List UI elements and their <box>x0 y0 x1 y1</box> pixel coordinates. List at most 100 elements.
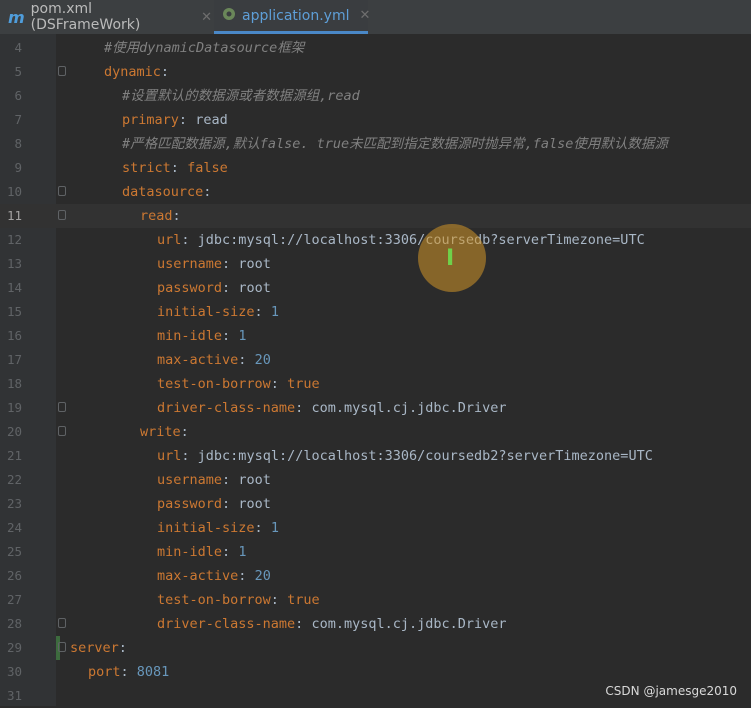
code-line[interactable]: 4 #使用dynamicDatasource框架 <box>0 36 751 60</box>
line-number: 5 <box>14 64 22 79</box>
code-text: initial-size: 1 <box>157 516 279 540</box>
colon: : <box>295 400 304 416</box>
code-line[interactable]: 8 #严格匹配数据源,默认false. true未匹配到指定数据源时抛异常,fal… <box>0 132 751 156</box>
code-line[interactable]: 24 initial-size: 1 <box>0 516 751 540</box>
fold-icon[interactable] <box>58 618 66 628</box>
yaml-key: password <box>157 280 223 296</box>
code-text: username: root <box>157 252 271 276</box>
line-number: 15 <box>6 304 22 319</box>
code-line[interactable]: 28 driver-class-name: com.mysql.cj.jdbc.D… <box>0 612 751 636</box>
line-number: 11 <box>6 208 22 223</box>
code-text: strict: false <box>122 156 228 180</box>
close-icon[interactable]: ✕ <box>201 10 212 25</box>
code-line[interactable]: 22 username: root <box>0 468 751 492</box>
code-text: #严格匹配数据源,默认false. true未匹配到指定数据源时抛异常,fals… <box>122 132 668 156</box>
yaml-key: url <box>157 448 182 464</box>
colon: : <box>118 640 127 656</box>
comment: #使用dynamicDatasource框架 <box>104 40 305 56</box>
fold-icon[interactable] <box>58 186 66 196</box>
code-line[interactable]: 27 test-on-borrow: true <box>0 588 751 612</box>
yaml-key: primary <box>122 112 179 128</box>
close-icon[interactable]: ✕ <box>360 8 371 23</box>
fold-icon[interactable] <box>58 402 66 412</box>
line-number: 14 <box>6 280 22 295</box>
yaml-value: 8081 <box>136 664 170 680</box>
code-line[interactable]: 11 read: <box>0 204 751 228</box>
code-text: password: root <box>157 276 271 300</box>
tab-label: pom.xml (DSFrameWork) <box>30 1 141 33</box>
yaml-value: root <box>238 280 271 296</box>
yaml-key: read <box>140 208 173 224</box>
code-line[interactable]: 26 max-active: 20 <box>0 564 751 588</box>
code-editor[interactable]: 4 #使用dynamicDatasource框架 5 dynamic: 6 #设置默认的数… <box>0 34 751 706</box>
colon: : <box>120 664 129 680</box>
line-number: 19 <box>6 400 22 415</box>
colon: : <box>160 64 170 80</box>
code-line[interactable]: 9 strict: false <box>0 156 751 180</box>
yaml-key: max-active <box>157 352 239 368</box>
colon: : <box>181 232 190 248</box>
code-line[interactable]: 20 write: <box>0 420 751 444</box>
fold-icon[interactable] <box>58 642 66 652</box>
colon: : <box>222 544 231 560</box>
code-line[interactable]: 5 dynamic: <box>0 60 751 84</box>
code-line[interactable]: 13 username: root <box>0 252 751 276</box>
code-text: min-idle: 1 <box>157 540 246 564</box>
colon: : <box>295 616 304 632</box>
code-text: max-active: 20 <box>157 348 271 372</box>
yaml-value: 20 <box>254 568 271 584</box>
line-number: 4 <box>14 40 22 55</box>
code-line[interactable]: 17 max-active: 20 <box>0 348 751 372</box>
line-number: 30 <box>6 664 22 679</box>
code-text: dynamic: <box>104 60 169 84</box>
code-line[interactable]: 7 primary: read <box>0 108 751 132</box>
code-line[interactable]: 21 url: jdbc:mysql://localhost:3306/cours… <box>0 444 751 468</box>
code-line[interactable]: 12 url: jdbc:mysql://localhost:3306/cours… <box>0 228 751 252</box>
fold-icon[interactable] <box>58 426 66 436</box>
yaml-value: true <box>287 592 320 608</box>
code-line[interactable]: 25 min-idle: 1 <box>0 540 751 564</box>
code-line[interactable]: 16 min-idle: 1 <box>0 324 751 348</box>
code-line[interactable]: 30 port: 8081 <box>0 660 751 684</box>
code-line[interactable]: 10 datasource: <box>0 180 751 204</box>
yaml-value: 1 <box>270 304 279 320</box>
code-line[interactable]: 19 driver-class-name: com.mysql.cj.jdbc.D… <box>0 396 751 420</box>
code-text: test-on-borrow: true <box>157 588 320 612</box>
code-line[interactable]: 18 test-on-borrow: true <box>0 372 751 396</box>
colon: : <box>222 496 231 512</box>
line-number: 18 <box>6 376 22 391</box>
yaml-key: write <box>140 424 181 440</box>
code-text: #设置默认的数据源或者数据源组,read <box>122 84 360 108</box>
yaml-key: password <box>157 496 223 512</box>
yaml-value: root <box>238 496 271 512</box>
code-text: #使用dynamicDatasource框架 <box>104 36 304 60</box>
colon: : <box>170 160 179 176</box>
spring-config-icon <box>222 7 236 25</box>
line-number: 10 <box>6 184 22 199</box>
code-line[interactable]: 29 server: <box>0 636 751 660</box>
colon: : <box>254 304 263 320</box>
code-text: driver-class-name: com.mysql.cj.jdbc.Dri… <box>157 612 507 636</box>
yaml-value: 20 <box>254 352 271 368</box>
yaml-value: false <box>187 160 228 176</box>
line-number: 6 <box>14 88 22 103</box>
fold-icon[interactable] <box>58 210 66 220</box>
editor-tab-bar: m pom.xml (DSFrameWork) ✕ application.ym… <box>0 0 751 35</box>
tab-application-yml[interactable]: application.yml ✕ <box>214 0 371 34</box>
yaml-value: 1 <box>270 520 279 536</box>
code-line[interactable]: 15 initial-size: 1 <box>0 300 751 324</box>
code-line[interactable]: 23 password: root <box>0 492 751 516</box>
yaml-key: min-idle <box>157 544 223 560</box>
yaml-key: dynamic <box>104 64 161 80</box>
line-number: 16 <box>6 328 22 343</box>
code-text: server: <box>70 636 127 660</box>
code-line[interactable]: 14 password: root <box>0 276 751 300</box>
colon: : <box>222 280 231 296</box>
code-line[interactable]: 6 #设置默认的数据源或者数据源组,read <box>0 84 751 108</box>
yaml-value: read <box>195 112 228 128</box>
yaml-key: initial-size <box>157 520 255 536</box>
fold-icon[interactable] <box>58 66 66 76</box>
text-cursor-icon: I <box>446 246 455 271</box>
code-text: test-on-borrow: true <box>157 372 320 396</box>
tab-pom-xml[interactable]: m pom.xml (DSFrameWork) ✕ <box>0 0 212 34</box>
